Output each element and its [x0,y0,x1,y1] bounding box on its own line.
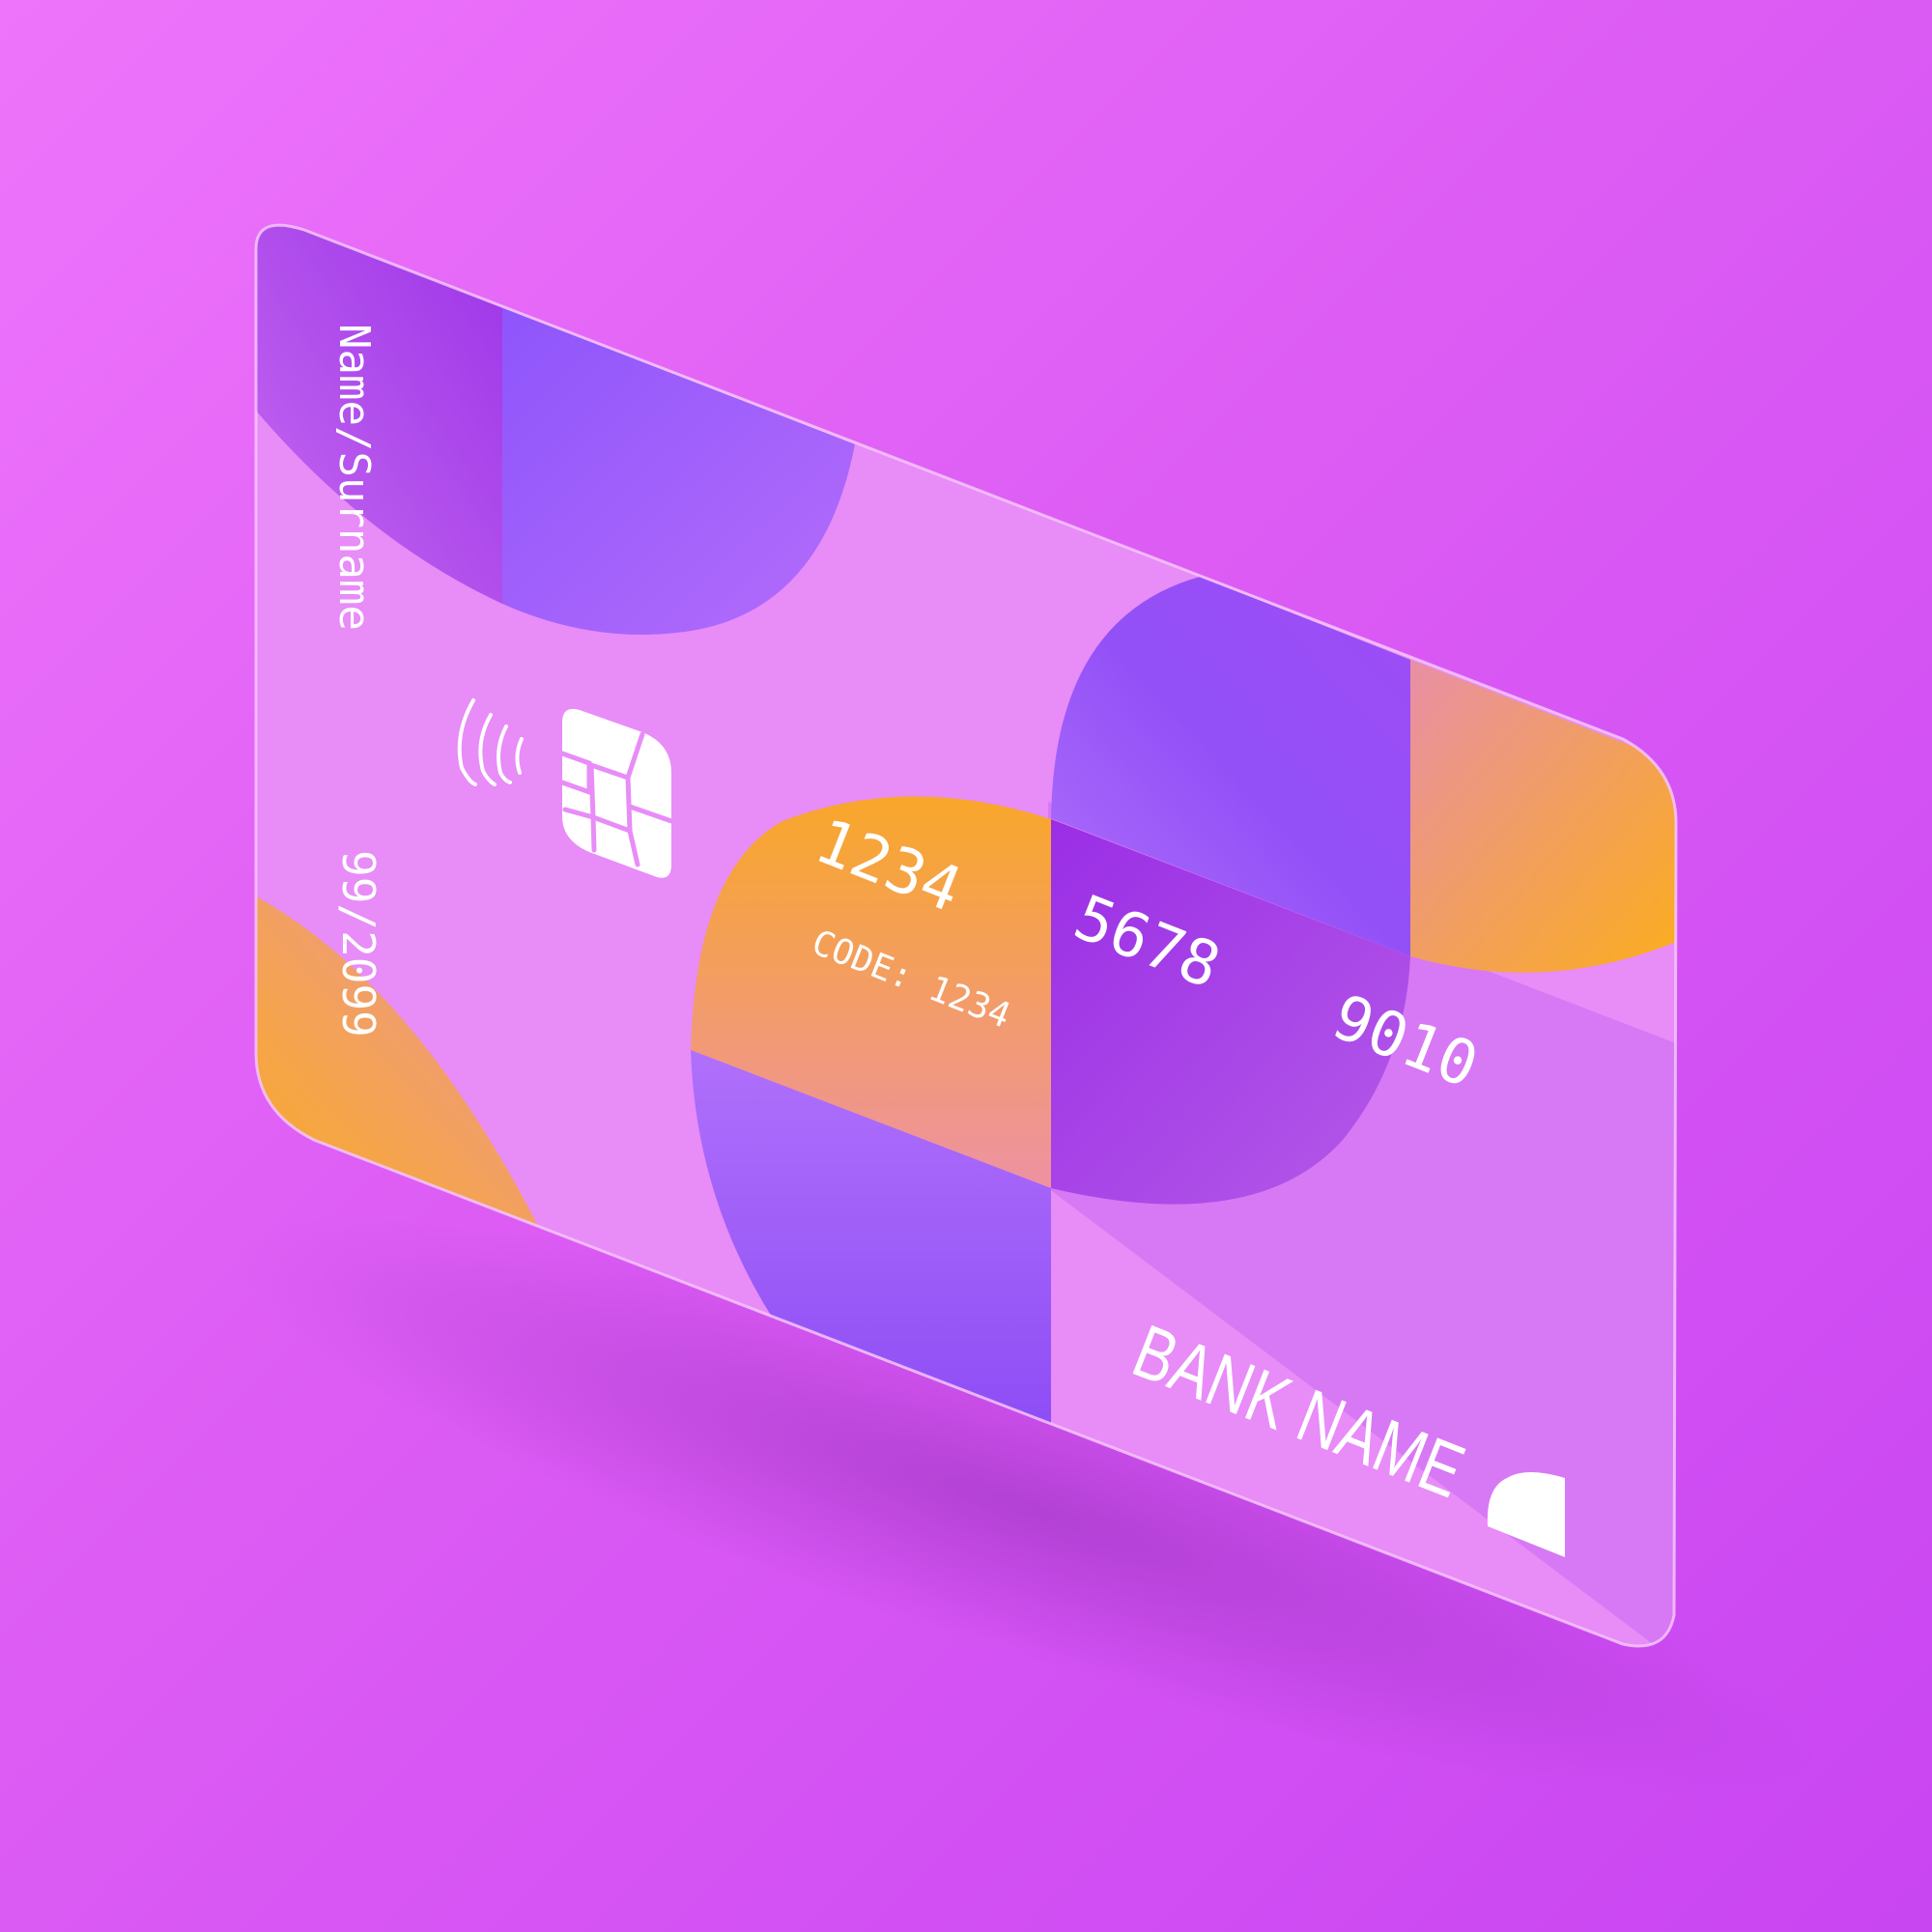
scene: Name/Surname 99/2099 1234 5678 9010 CODE… [232,223,1816,1799]
card-holder-name: Name/Surname [329,324,379,631]
card-expiry: 99/2099 [332,850,384,1037]
